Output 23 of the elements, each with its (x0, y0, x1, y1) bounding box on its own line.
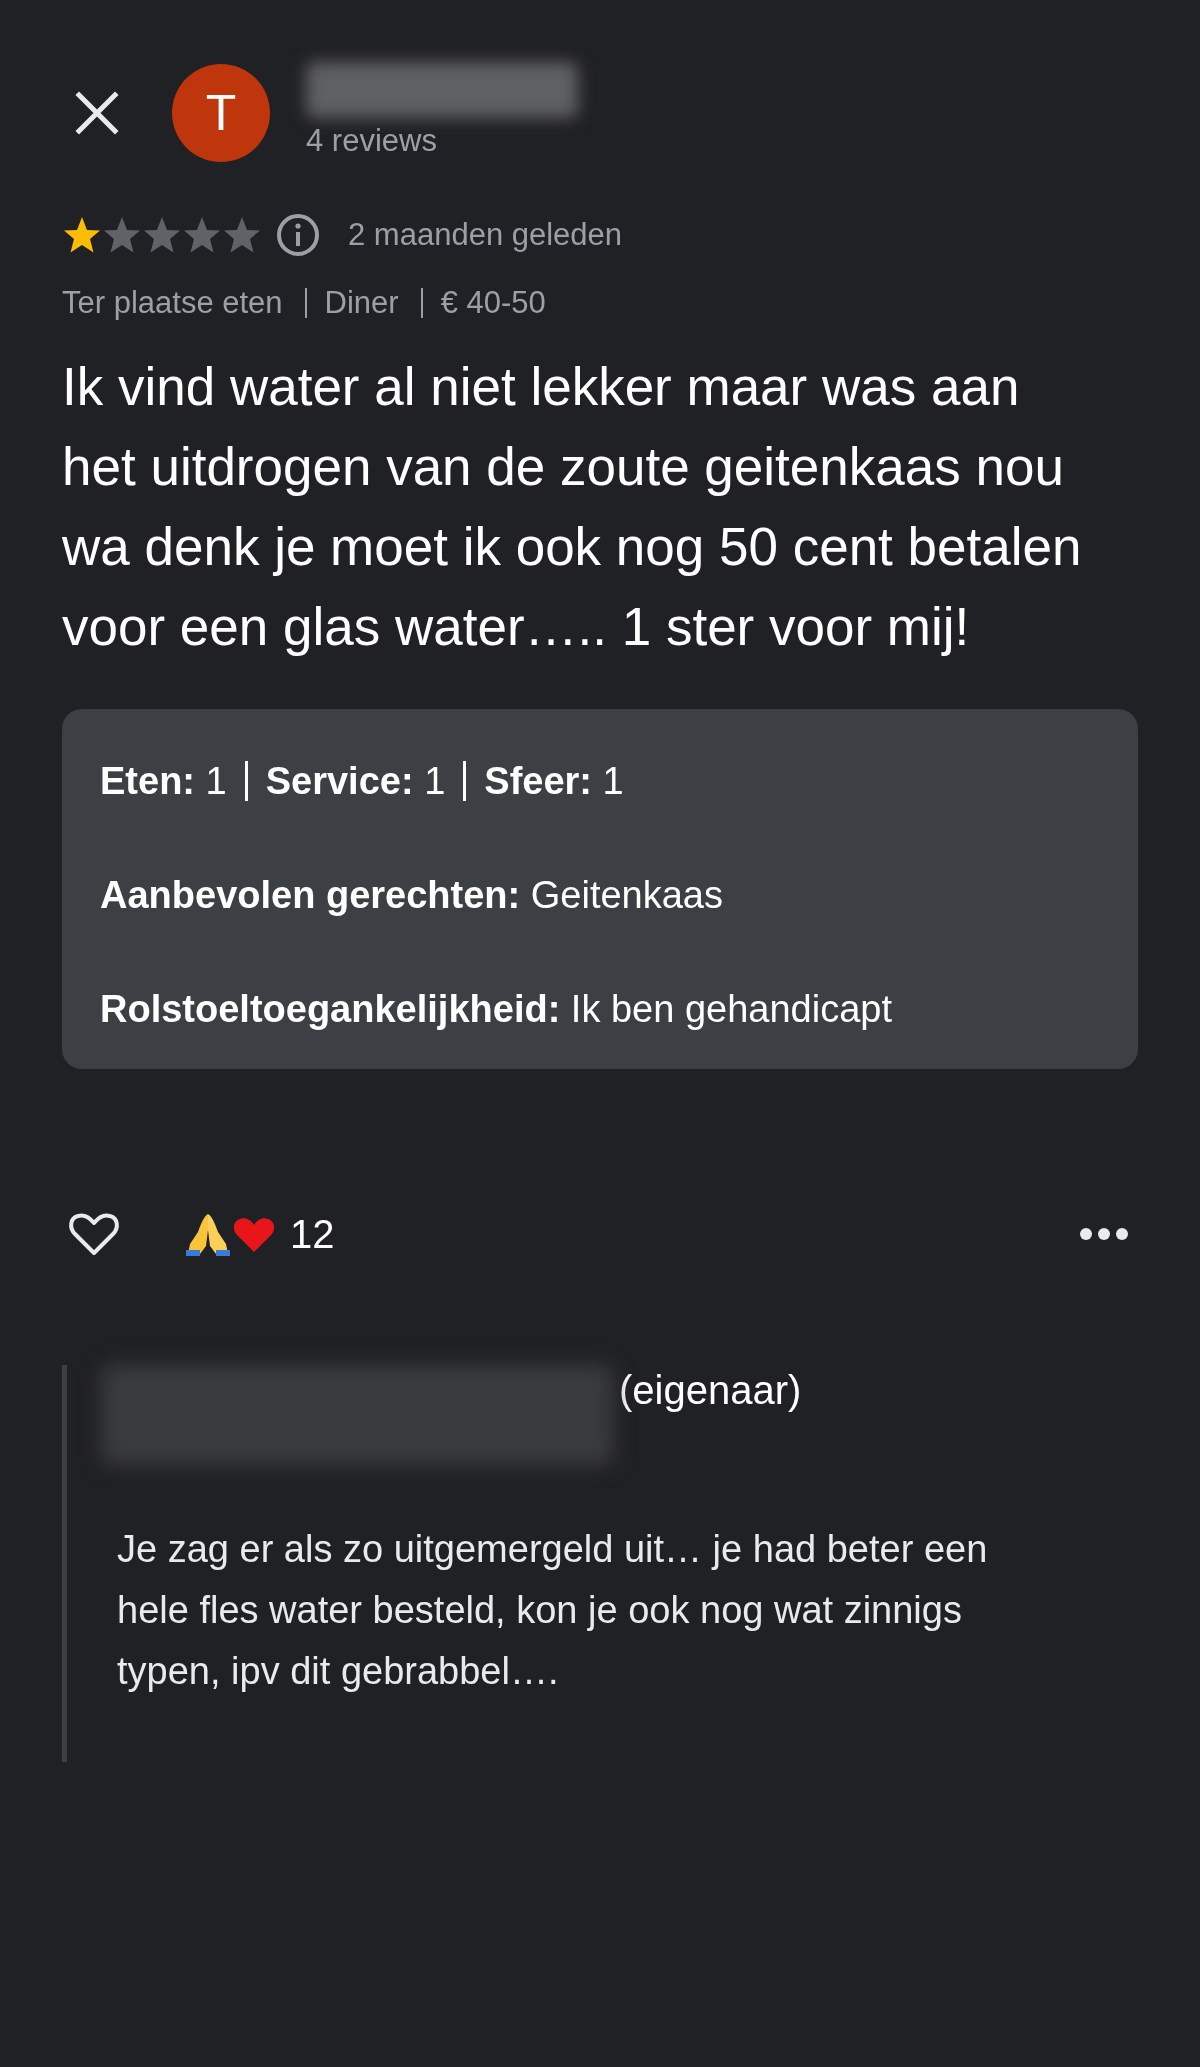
star-icon (142, 215, 182, 255)
close-icon[interactable] (73, 89, 121, 137)
detail-text: Rolstoeltoegankelijkheid: Ik ben gehandicapt (100, 988, 892, 1029)
reaction-count: 12 (290, 1210, 335, 1258)
avatar: T (172, 64, 270, 162)
reply-text: Je zag er als zo uitgemergeld uit… je had beter een hele fles water besteld, kon je ook nog wat zinnigs typen, ipv dit gebrabbel…. (116, 1526, 989, 1694)
star-icon (62, 215, 102, 255)
review-text: Ik vind water al niet lekker maar was aan het uitdrogen van de zoute geitenkaas nou wa denk je moet ik ook nog 50 cent betalen voor een glas water….. 1 ster voor mij! (62, 355, 1082, 658)
visit-tag: Ter plaatse eten (62, 280, 283, 327)
visit-tag: € 40-50 (440, 280, 546, 327)
star-icon (222, 215, 262, 255)
detail-text: Aanbevolen gerechten: Geitenkaas (100, 874, 723, 915)
star-icon (182, 215, 222, 255)
review-time: 2 maanden geleden (348, 215, 623, 254)
review-count: 4 reviews (306, 121, 438, 160)
score-text: Sfeer: 1 (484, 760, 624, 801)
info-icon[interactable] (276, 213, 320, 257)
visit-tag: Diner (324, 280, 399, 327)
score-text: Eten: 1 (100, 760, 227, 801)
owner-label: (eigenaar) (619, 1366, 802, 1414)
more-options-icon[interactable] (1080, 1227, 1128, 1240)
score-text: Service: 1 (265, 760, 446, 801)
star-icon (102, 215, 142, 255)
